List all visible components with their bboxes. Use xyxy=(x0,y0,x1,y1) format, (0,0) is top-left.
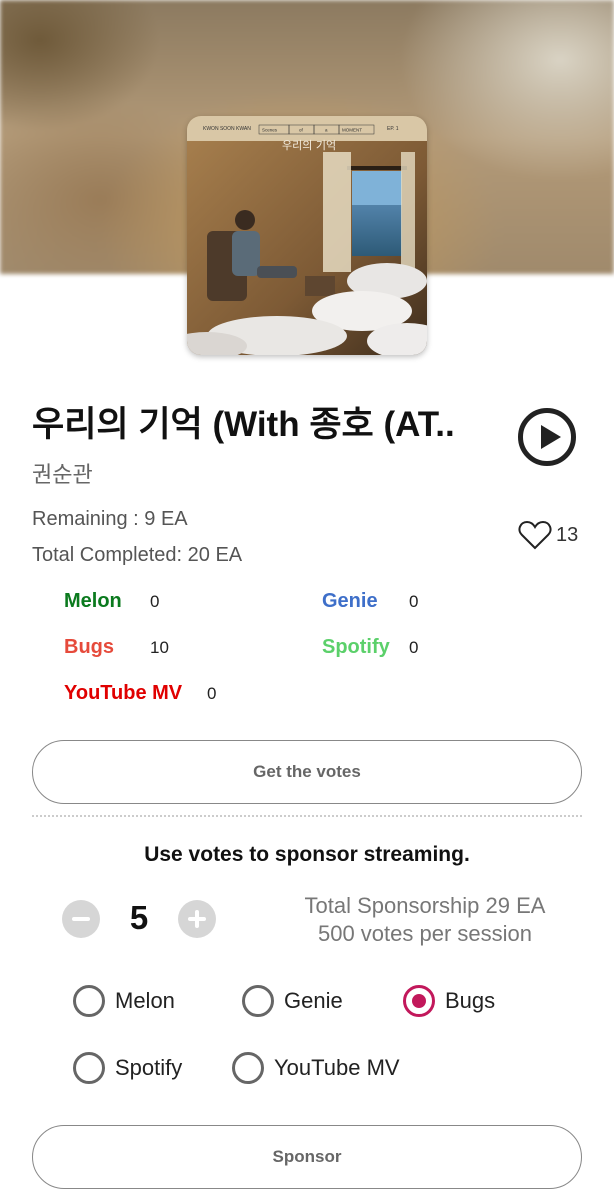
quantity-value: 5 xyxy=(129,899,149,936)
sponsor-button[interactable]: Sponsor xyxy=(32,1125,582,1189)
radio-label: Genie xyxy=(284,988,343,1013)
like-count: 13 xyxy=(556,523,579,546)
sponsorship-info: Total Sponsorship 29 EA 500 votes per se… xyxy=(280,892,570,948)
radio-bugs[interactable]: Bugs xyxy=(403,985,495,1017)
completed-count: Total Completed: 20 EA xyxy=(32,544,243,566)
remaining-count: Remaining : 9 EA xyxy=(32,508,188,530)
radio-label: YouTube MV xyxy=(274,1055,400,1080)
platform-name-bugs: Bugs xyxy=(64,636,114,658)
album-series-word: Scenes xyxy=(262,128,278,133)
radio-genie[interactable]: Genie xyxy=(242,985,343,1017)
radio-label: Melon xyxy=(115,988,175,1013)
radio-label: Spotify xyxy=(115,1055,183,1080)
play-button[interactable] xyxy=(518,408,576,466)
album-artist-text: KWON SOON KWAN xyxy=(203,126,251,132)
radio-circle xyxy=(403,985,435,1017)
sponsor-heading: Use votes to sponsor streaming. xyxy=(144,843,470,866)
radio-label: Bugs xyxy=(445,988,496,1013)
album-art: KWON SOON KWAN Scenes of a MOMENT 우리의 기억… xyxy=(187,116,427,355)
heart-icon xyxy=(518,520,552,550)
total-sponsorship: Total Sponsorship 29 EA xyxy=(304,893,546,918)
platform-count-melon: 0 xyxy=(150,592,160,611)
votes-per-session: 500 votes per session xyxy=(317,921,533,946)
radio-youtube[interactable]: YouTube MV xyxy=(232,1052,400,1084)
radio-spotify[interactable]: Spotify xyxy=(73,1052,182,1084)
album-edition-text: EP. 1 xyxy=(387,126,399,132)
radio-circle xyxy=(73,1052,105,1084)
section-divider xyxy=(32,815,582,817)
radio-melon[interactable]: Melon xyxy=(73,985,175,1017)
radio-circle xyxy=(232,1052,264,1084)
increase-button[interactable] xyxy=(178,900,216,938)
platform-count-bugs: 10 xyxy=(150,638,169,657)
album-series-word: MOMENT xyxy=(342,128,362,133)
platform-name-spotify: Spotify xyxy=(322,636,390,658)
like-button[interactable]: 13 xyxy=(518,520,578,550)
decrease-button[interactable] xyxy=(62,900,100,938)
platform-name-youtube: YouTube MV xyxy=(64,682,183,704)
platform-name-melon: Melon xyxy=(64,590,122,612)
platform-count-genie: 0 xyxy=(409,592,419,611)
minus-icon xyxy=(72,917,90,921)
album-title-text: 우리의 기억 xyxy=(282,139,336,152)
radio-circle xyxy=(73,985,105,1017)
song-title: 우리의 기억 (With 종호 (AT.. xyxy=(32,405,455,444)
platform-count-youtube: 0 xyxy=(207,684,217,703)
radio-circle xyxy=(242,985,274,1017)
artist-name: 권순관 xyxy=(32,462,93,487)
platform-name-genie: Genie xyxy=(322,590,378,612)
platform-count-spotify: 0 xyxy=(409,638,419,657)
get-votes-button[interactable]: Get the votes xyxy=(32,740,582,804)
